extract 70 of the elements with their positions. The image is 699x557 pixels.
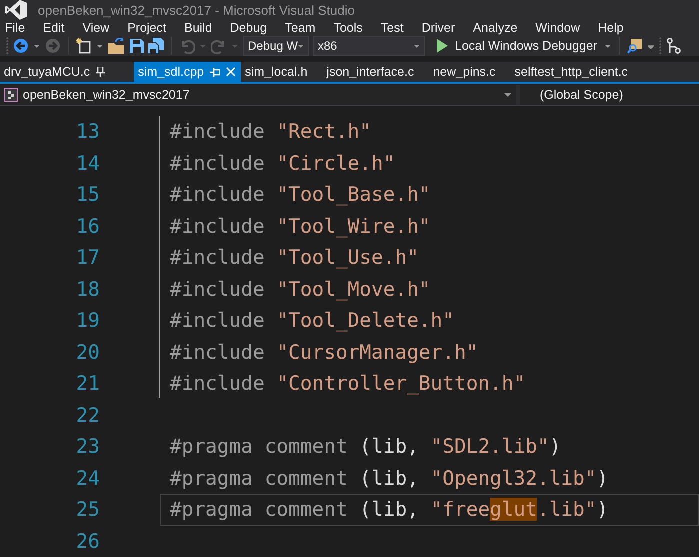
code-line: #pragma comment (lib, "Opengl32.lib"): [170, 466, 609, 490]
code-line: #pragma comment (lib, "SDL2.lib"): [170, 435, 562, 458]
line-number: 23: [75, 434, 100, 460]
line-number: 14: [75, 150, 100, 176]
menu-item[interactable]: Driver: [420, 21, 462, 36]
new-item-icon[interactable]: [76, 38, 92, 54]
caret-icon[interactable]: [97, 44, 103, 48]
configuration-dropdown[interactable]: Debug W: [243, 36, 309, 56]
git-icon[interactable]: [666, 38, 682, 54]
caret-icon[interactable]: [648, 44, 654, 48]
close-icon[interactable]: [226, 67, 236, 77]
file-tab[interactable]: sim_local.h: [241, 62, 323, 82]
menu-item[interactable]: Help: [596, 21, 631, 36]
file-tab[interactable]: sim_sdl.cpp: [134, 62, 242, 82]
code-line: #include "Tool_Delete.h": [170, 309, 454, 332]
line-number: 22: [75, 402, 100, 428]
file-tab[interactable]: selftest_http_client.c: [510, 62, 644, 82]
start-debugging-button[interactable]: Local Windows Debugger: [429, 39, 600, 53]
menu-item[interactable]: Tools: [332, 21, 370, 36]
caret-icon[interactable]: [34, 44, 40, 48]
line-number: 18: [75, 276, 100, 302]
line-number: 25: [75, 497, 100, 523]
find-in-files-icon[interactable]: [627, 38, 644, 54]
line-number: 17: [75, 245, 100, 271]
platform-dropdown[interactable]: x86: [313, 36, 425, 56]
window-title: openBeken_win32_mvsc2017 - Microsoft Visual Studio: [38, 2, 355, 18]
line-number: 19: [75, 308, 100, 334]
project-dropdown[interactable]: openBeken_win32_mvsc2017: [0, 85, 516, 105]
menu-item[interactable]: Analyze: [471, 21, 525, 36]
save-all-icon[interactable]: [148, 38, 164, 54]
line-number: 21: [75, 371, 100, 397]
code-line: #include "Tool_Move.h": [170, 278, 431, 300]
save-icon[interactable]: [130, 39, 144, 53]
pin-icon[interactable]: [96, 67, 106, 77]
menu-item[interactable]: File: [3, 21, 32, 36]
menu-item[interactable]: Edit: [41, 21, 72, 36]
code-line: #include "Tool_Use.h": [170, 246, 419, 269]
logo-icon: [5, 0, 27, 20]
menu-item[interactable]: Project: [126, 21, 174, 36]
menu-item[interactable]: Build: [182, 21, 220, 36]
caret-icon: [504, 93, 512, 97]
menu-item[interactable]: Debug: [228, 21, 274, 36]
caret-icon[interactable]: [605, 44, 612, 48]
code-line: #include "Tool_Wire.h": [170, 214, 431, 238]
line-number: 20: [75, 340, 100, 366]
caret-icon[interactable]: [414, 44, 420, 48]
file-tab[interactable]: json_interface.c: [322, 62, 430, 82]
code-line: #include "Tool_Base.h": [170, 183, 431, 206]
caret-icon[interactable]: [298, 44, 304, 48]
menu-item[interactable]: Test: [378, 21, 411, 36]
line-number: 24: [75, 466, 100, 492]
code-line: #pragma comment (lib, "freeglut.lib"): [170, 498, 609, 521]
code-line: #include "Circle.h": [170, 152, 396, 174]
project-icon: [4, 88, 18, 102]
line-number: 13: [75, 119, 100, 145]
line-number: 26: [75, 528, 100, 554]
code-line: #include "Controller_Button.h": [170, 372, 526, 395]
scope-dropdown[interactable]: (Global Scope): [520, 85, 699, 105]
file-tab[interactable]: new_pins.c: [429, 62, 511, 82]
menu-item[interactable]: View: [80, 21, 117, 36]
code-line: #include "Rect.h": [170, 120, 372, 143]
folder-icon[interactable]: [108, 38, 126, 54]
play-icon: [437, 39, 448, 53]
menu-item[interactable]: Team: [283, 21, 323, 36]
code-line: #include "CursorManager.h": [170, 340, 478, 364]
back-icon[interactable]: [13, 38, 29, 54]
line-number: 15: [75, 182, 100, 208]
menu-item[interactable]: Window: [534, 21, 588, 36]
file-tab[interactable]: drv_tuyaMCU.c: [0, 62, 120, 82]
line-number: 16: [75, 214, 100, 240]
